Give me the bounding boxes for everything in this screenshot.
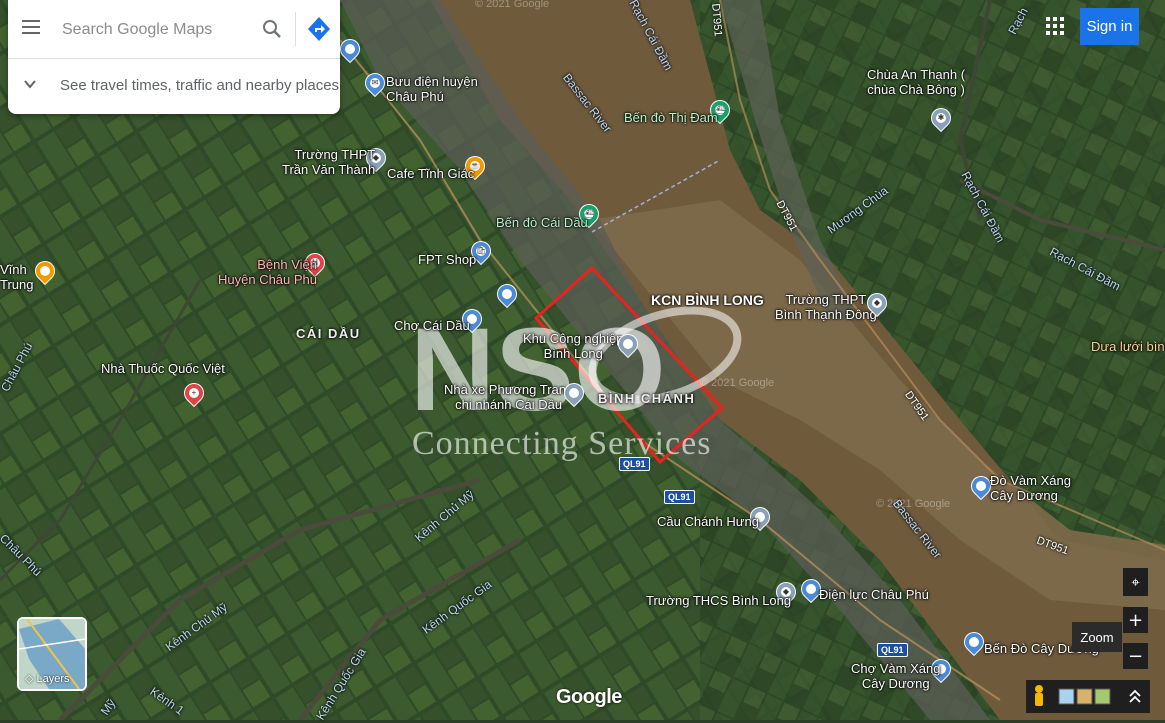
place-label-line: Chùa An Thạnh ( — [867, 67, 966, 82]
place-cau-chanh-hung[interactable]: Cầu Chánh Hưng — [657, 514, 759, 529]
place-dien-luc[interactable]: Điện lực Châu Phú — [819, 587, 929, 602]
imagery-thumb-2[interactable] — [1076, 688, 1093, 705]
road-ql91-shield-3: QL91 — [877, 643, 908, 657]
search-icon[interactable] — [260, 17, 284, 41]
place-cafe[interactable]: Cafe Tĩnh Giác — [387, 166, 474, 181]
place-nha-xe[interactable]: Nhà xe Phương Trang chi nhánh Cái Dầu — [444, 382, 573, 412]
place-label-line: Chợ Vàm Xáng — [851, 661, 941, 676]
layers-icon: ◇ — [25, 673, 34, 685]
google-logo: Google — [556, 686, 622, 708]
place-label-line: Khu Công nghiệp — [523, 331, 624, 346]
place-cho-vam-xang[interactable]: Chợ Vàm Xáng Cây Dương — [851, 661, 940, 691]
layers-label: ◇ Layers — [25, 672, 70, 685]
place-thpt-binh-thanh-dong[interactable]: Trường THPT Bình Thạnh Đông — [775, 292, 877, 322]
zoom-in-button[interactable]: + — [1123, 607, 1148, 633]
place-label-line: chùa Chà Bông ) — [867, 82, 965, 97]
place-label-line: Bình Long — [543, 346, 603, 361]
kcn-binh-long-label: KCN BÌNH LONG — [651, 292, 764, 308]
layers-button[interactable]: ◇ Layers — [17, 617, 87, 691]
menu-icon[interactable] — [22, 20, 40, 34]
place-label-line: Huyện Châu Phú — [218, 272, 318, 287]
apps-grid-icon[interactable] — [1046, 17, 1064, 35]
place-dua-luoi[interactable]: Dưa lưới bình — [1091, 339, 1165, 354]
search-input[interactable] — [60, 18, 254, 42]
imagery-thumb-3[interactable] — [1094, 688, 1111, 705]
road-ql91-shield: QL91 — [619, 457, 650, 471]
place-cho-cai-dau[interactable]: Chợ Cái Dầu — [394, 318, 470, 333]
imagery-thumb-1[interactable] — [1058, 688, 1075, 705]
place-thcs-binh-long[interactable]: Trường THCS Bình Long — [646, 593, 791, 608]
place-label-line: Vĩnh — [0, 262, 27, 277]
layers-text: Layers — [36, 673, 70, 685]
expand-icon[interactable] — [1129, 689, 1141, 703]
place-label-line: Nhà xe Phương Trang — [444, 382, 574, 397]
area-binh-chanh: BÌNH CHÁNH — [598, 391, 696, 406]
place-label-line: Trần Văn Thành — [282, 162, 376, 177]
place-label-line: Trường THPT — [785, 292, 867, 307]
place-label-line: Bệnh Viện — [257, 257, 318, 272]
place-fpt-shop[interactable]: FPT Shop — [418, 252, 476, 267]
place-khu-cong-nghiep[interactable]: Khu Công nghiệp Bình Long — [523, 331, 623, 361]
search-box — [8, 0, 340, 59]
search-divider — [295, 12, 296, 46]
place-nha-thuoc[interactable]: Nhà Thuốc Quốc Việt — [101, 361, 225, 376]
search-panel: See travel times, traffic and nearby pla… — [8, 0, 340, 114]
travel-hint[interactable]: See travel times, traffic and nearby pla… — [60, 77, 339, 94]
chevron-down-icon[interactable] — [22, 76, 38, 92]
place-vinh-trung[interactable]: Vĩnh Trung — [0, 262, 33, 292]
place-label-line: Bưu điện huyện — [386, 74, 478, 89]
place-ben-do-thi-dam[interactable]: Bến đò Thị Đam — [624, 110, 718, 125]
copyright-center: © 2021 Google — [700, 377, 775, 389]
place-label-line: Cây Dương — [990, 488, 1058, 503]
place-thpt-tran-van-thanh[interactable]: Trường THPT Trần Văn Thành — [282, 147, 375, 177]
pegman-icon[interactable] — [1035, 685, 1043, 706]
place-label-line: Đò Vàm Xáng — [990, 473, 1071, 488]
place-label-line: Châu Phú — [386, 89, 444, 104]
place-label-line: Trung — [0, 277, 34, 292]
area-cai-dau: CÁI DẦU — [296, 326, 361, 341]
place-chua-an-thanh[interactable]: Chùa An Thạnh ( chùa Chà Bông ) — [867, 67, 965, 97]
place-do-vam-xang[interactable]: Đò Vàm Xáng Cây Dương — [990, 473, 1071, 503]
my-location-icon[interactable]: ⌖ — [1123, 568, 1148, 596]
copyright-east: © 2021 Google — [876, 498, 951, 510]
place-label-line: Bình Thạnh Đông — [775, 307, 877, 322]
watermark-text: Connecting Services — [412, 425, 712, 462]
sign-in-button[interactable]: Sign in — [1080, 8, 1139, 45]
road-ql91-shield-2: QL91 — [664, 490, 695, 504]
place-label-line: chi nhánh Cái Dầu — [455, 397, 563, 412]
place-benh-vien[interactable]: Bệnh Viện Huyện Châu Phú — [218, 257, 317, 287]
zoom-out-button[interactable]: − — [1123, 643, 1148, 669]
directions-icon[interactable] — [306, 15, 332, 43]
zoom-tooltip: Zoom — [1072, 622, 1122, 652]
place-ben-do-cai-dau[interactable]: Bến đò Cái Dầu — [496, 215, 588, 230]
place-buu-dien[interactable]: Bưu điện huyện Châu Phú — [386, 74, 478, 104]
place-label-line: Cây Dương — [861, 676, 930, 691]
place-label-line: Trường THPT — [294, 147, 376, 162]
pegman-bar — [1026, 680, 1150, 713]
pegman-controls — [1035, 685, 1141, 706]
copyright-north: © 2021 Google — [475, 0, 550, 10]
